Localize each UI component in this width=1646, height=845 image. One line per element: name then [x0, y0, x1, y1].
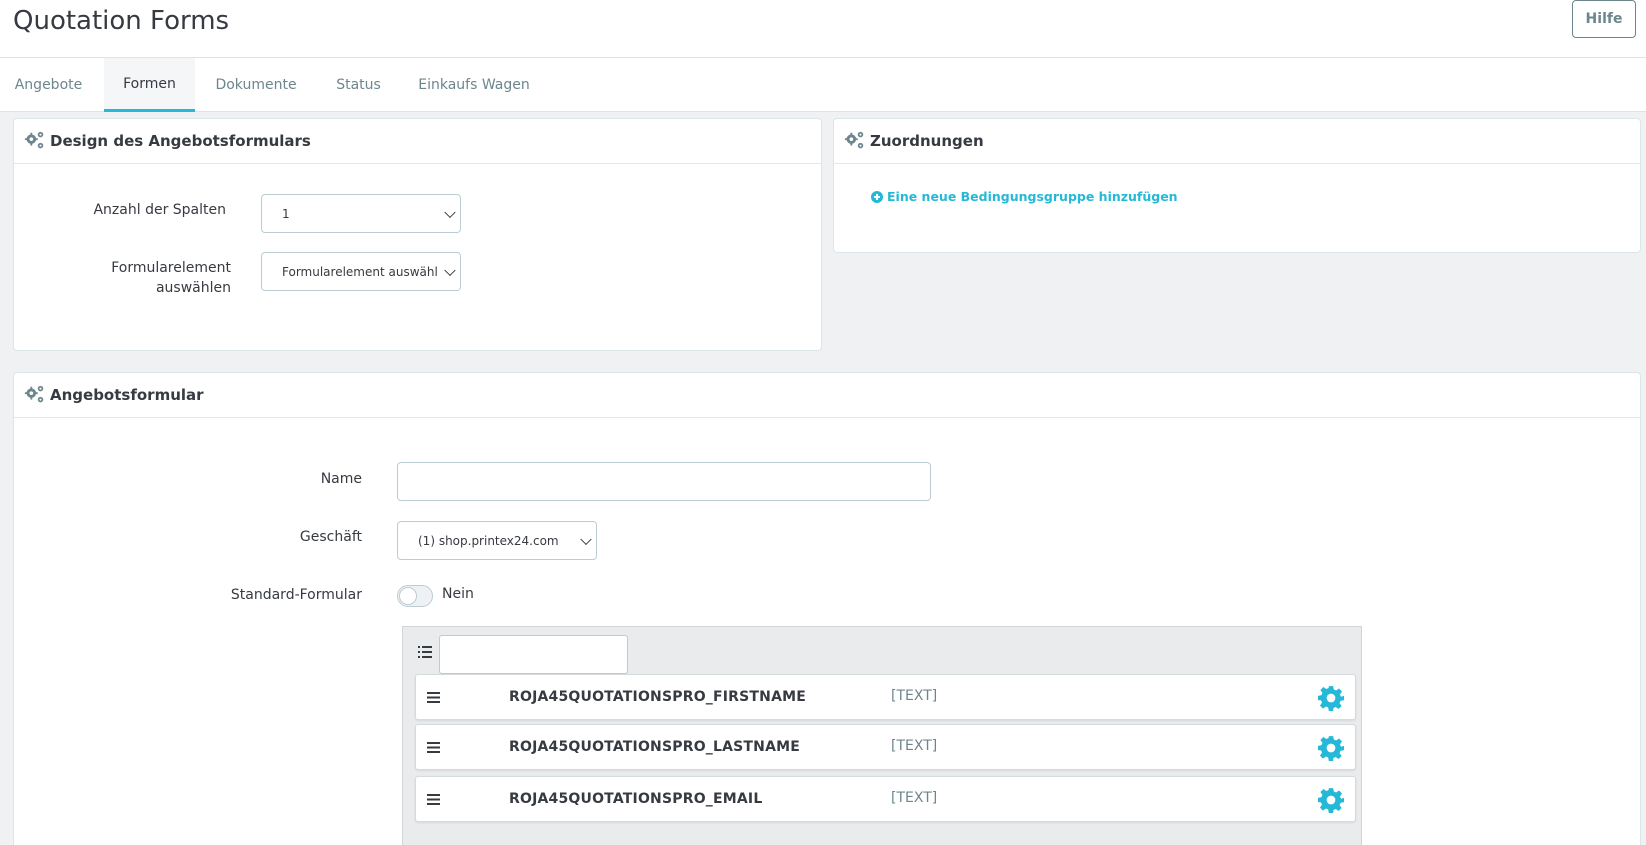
field-name: ROJA45QUOTATIONSPRO_LASTNAME	[509, 739, 801, 755]
gear-icon[interactable]	[1318, 685, 1344, 711]
chevron-down-icon	[580, 533, 592, 545]
assignments-panel-heading: Zuordnungen	[834, 119, 1640, 164]
plus-circle-icon	[871, 190, 883, 203]
field-type: [TEXT]	[891, 738, 938, 754]
element-label-line2: auswählen	[155, 280, 231, 296]
cogs-icon	[24, 131, 44, 149]
tab-angebote[interactable]: Angebote	[0, 58, 97, 112]
columns-select[interactable]: 1	[261, 194, 461, 233]
design-panel: Design des Angebotsformulars Anzahl der …	[13, 118, 822, 351]
add-condition-group-label: Eine neue Bedingungsgruppe hinzufügen	[887, 189, 1178, 204]
field-filter-input[interactable]	[439, 635, 628, 674]
design-panel-title: Design des Angebotsformulars	[50, 132, 311, 150]
assignments-panel-title: Zuordnungen	[870, 132, 984, 150]
drag-handle-icon[interactable]	[427, 692, 440, 703]
cogs-icon	[24, 385, 44, 403]
element-label-line1: Formularelement	[111, 260, 231, 276]
design-panel-heading: Design des Angebotsformulars	[14, 119, 821, 164]
shop-select[interactable]: (1) shop.printex24.com	[397, 521, 597, 560]
gear-icon[interactable]	[1318, 787, 1344, 813]
default-form-label: Standard-Formular	[230, 587, 362, 603]
toggle-knob	[399, 587, 417, 605]
element-label: Formularelement auswählen	[14, 258, 231, 298]
name-input[interactable]	[397, 462, 931, 501]
columns-label: Anzahl der Spalten	[93, 202, 226, 218]
chevron-down-icon	[444, 206, 456, 218]
form-fields-list: ROJA45QUOTATIONSPRO_FIRSTNAME [TEXT] ROJ…	[402, 626, 1362, 845]
field-row-lastname[interactable]: ROJA45QUOTATIONSPRO_LASTNAME [TEXT]	[415, 724, 1356, 770]
shop-select-value: (1) shop.printex24.com	[418, 533, 559, 548]
assignments-panel: Zuordnungen Eine neue Bedingungsgruppe h…	[833, 118, 1641, 253]
field-row-firstname[interactable]: ROJA45QUOTATIONSPRO_FIRSTNAME [TEXT]	[415, 674, 1356, 720]
tab-status[interactable]: Status	[326, 58, 391, 112]
columns-select-value: 1	[282, 206, 290, 221]
field-name: ROJA45QUOTATIONSPRO_FIRSTNAME	[509, 689, 807, 705]
form-panel-heading: Angebotsformular	[14, 373, 1640, 418]
form-panel-title: Angebotsformular	[50, 386, 204, 404]
shop-label: Geschäft	[299, 529, 362, 545]
tab-formen[interactable]: Formen	[104, 58, 195, 112]
list-icon	[418, 646, 432, 658]
gear-icon[interactable]	[1318, 735, 1344, 761]
element-select-value: Formularelement auswähl	[282, 264, 438, 279]
default-form-toggle[interactable]	[397, 585, 433, 607]
tab-einkaufs-wagen[interactable]: Einkaufs Wagen	[411, 58, 537, 112]
help-button[interactable]: Hilfe	[1572, 0, 1636, 38]
page-title: Quotation Forms	[13, 6, 230, 36]
tab-dokumente[interactable]: Dokumente	[207, 58, 305, 112]
default-form-value: Nein	[442, 586, 474, 602]
field-name: ROJA45QUOTATIONSPRO_EMAIL	[509, 791, 763, 807]
add-condition-group-link[interactable]: Eine neue Bedingungsgruppe hinzufügen	[871, 189, 1178, 204]
cogs-icon	[844, 131, 864, 149]
name-label: Name	[320, 471, 362, 487]
header-bar: Quotation Forms Hilfe Angebote Formen Do…	[0, 0, 1646, 112]
field-type: [TEXT]	[891, 688, 938, 704]
element-select[interactable]: Formularelement auswähl	[261, 252, 461, 291]
drag-handle-icon[interactable]	[427, 742, 440, 753]
chevron-down-icon	[444, 264, 456, 276]
field-row-email[interactable]: ROJA45QUOTATIONSPRO_EMAIL [TEXT]	[415, 776, 1356, 822]
drag-handle-icon[interactable]	[427, 794, 440, 805]
field-type: [TEXT]	[891, 790, 938, 806]
